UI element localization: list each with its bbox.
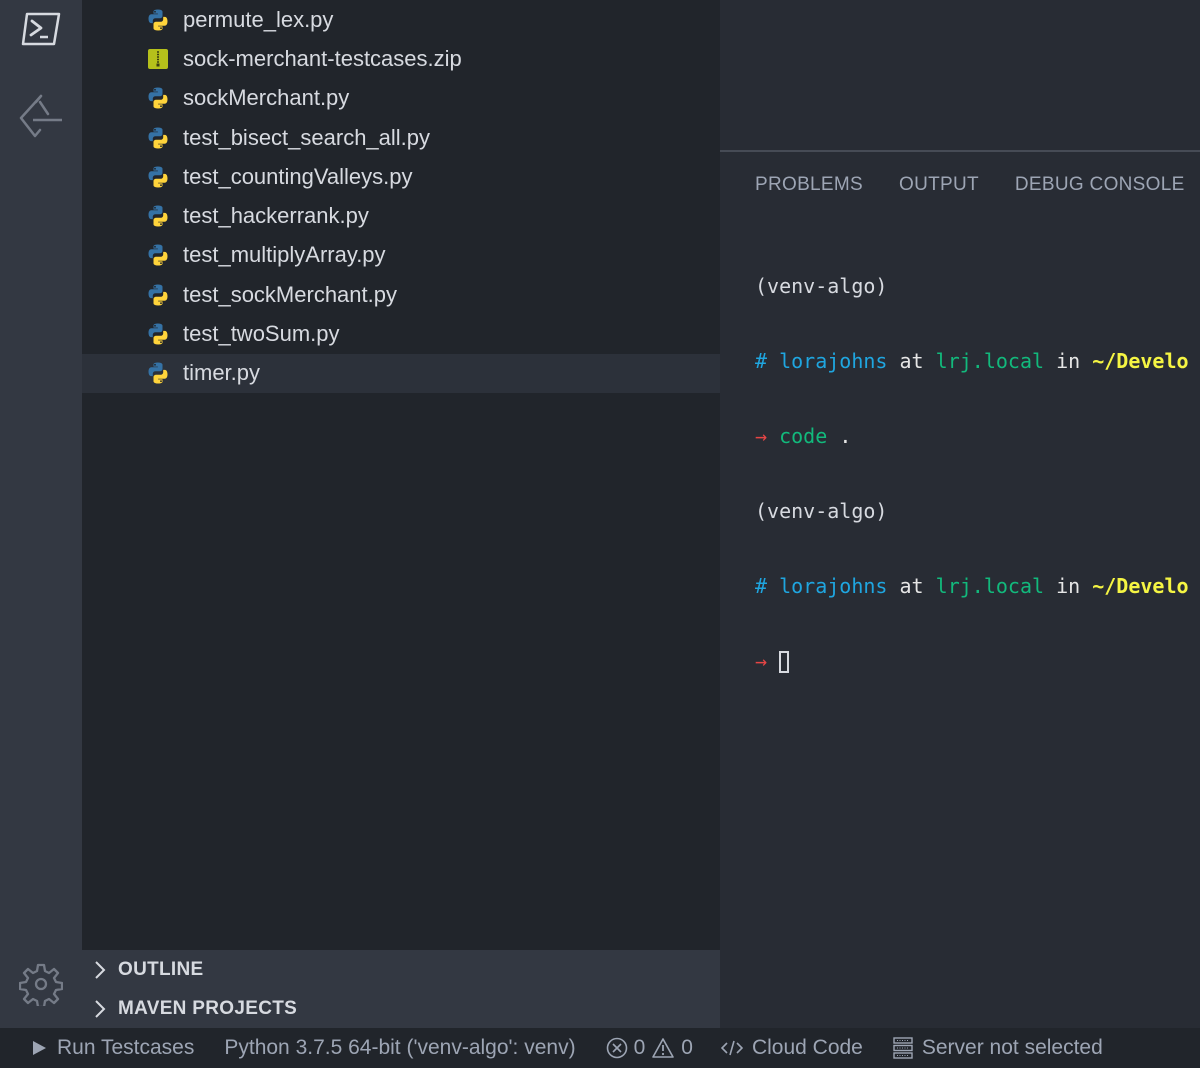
prompt-in: in (1056, 349, 1081, 373)
file-list: permute_lex.py sock-merchant-testcases.zi… (82, 0, 720, 393)
file-item[interactable]: test_bisect_search_all.py (82, 118, 720, 157)
file-name: test_bisect_search_all.py (183, 124, 431, 150)
terminal-icon[interactable] (0, 12, 82, 46)
python-file-icon (146, 322, 170, 346)
venv-label: (venv-algo) (755, 274, 888, 298)
file-item[interactable]: timer.py (82, 353, 720, 393)
error-count: 0 (633, 1036, 646, 1059)
prompt-hash: # (755, 574, 768, 598)
explorer-sidebar: permute_lex.py sock-merchant-testcases.zi… (82, 0, 720, 1028)
prompt-arrow-icon: → (755, 424, 768, 448)
run-testcases-label: Run Testcases (57, 1036, 195, 1059)
prompt-arrow-icon: → (755, 649, 768, 673)
terminal-line-input: → (755, 649, 1200, 674)
file-name: timer.py (183, 360, 261, 386)
terminal-line-prompt: # lorajohns at lrj.local in ~/Develo (755, 349, 1200, 374)
terminal-line-command: → code . (755, 424, 1200, 449)
prompt-host: lrj.local (935, 349, 1045, 373)
prompt-at: at (899, 574, 924, 598)
run-testcases-button[interactable]: Run Testcases (30, 1036, 194, 1060)
prompt-path: ~/Develo (1092, 574, 1189, 598)
warning-count: 0 (681, 1036, 693, 1059)
terminal-line-venv: (venv-algo) (755, 499, 1200, 524)
file-name: sockMerchant.py (183, 85, 350, 111)
python-file-icon (146, 204, 170, 228)
python-interpreter-label: Python 3.7.5 64-bit ('venv-algo': venv) (224, 1036, 576, 1059)
venv-label: (venv-algo) (755, 499, 888, 523)
terminal-line-prompt: # lorajohns at lrj.local in ~/Develo (755, 574, 1200, 599)
prompt-user: lorajohns (779, 349, 888, 373)
collapsed-sections: OUTLINE MAVEN PROJECTS (82, 950, 720, 1028)
gear-icon[interactable] (0, 962, 82, 1006)
command-arg: . (839, 424, 852, 448)
warning-icon (651, 1037, 675, 1059)
chevron-right-icon (92, 960, 108, 980)
file-name: sock-merchant-testcases.zip (183, 45, 462, 71)
python-file-icon (146, 165, 170, 189)
file-name: test_twoSum.py (183, 321, 340, 347)
file-item[interactable]: test_multiplyArray.py (82, 236, 720, 275)
tab-output[interactable]: OUTPUT (899, 174, 979, 196)
command-text: code (779, 424, 828, 448)
file-item[interactable]: test_countingValleys.py (82, 157, 720, 196)
prompt-in: in (1056, 574, 1081, 598)
section-outline[interactable]: OUTLINE (82, 950, 720, 989)
python-file-icon (146, 126, 170, 150)
tab-debug-console[interactable]: DEBUG CONSOLE (1015, 174, 1185, 196)
file-item[interactable]: sock-merchant-testcases.zip (82, 39, 720, 78)
python-file-icon (146, 361, 170, 385)
file-name: test_sockMerchant.py (183, 281, 397, 307)
problems-status-button[interactable]: 0 0 (606, 1036, 693, 1060)
server-status-button[interactable]: Server not selected (893, 1036, 1103, 1060)
cloud-code-button[interactable]: Cloud Code (720, 1036, 863, 1060)
remote-explorer-icon[interactable] (0, 94, 82, 140)
chevron-right-icon (92, 999, 108, 1019)
cloud-code-label: Cloud Code (751, 1036, 863, 1059)
section-maven-projects-label: MAVEN PROJECTS (118, 997, 298, 1019)
file-item[interactable]: permute_lex.py (82, 0, 720, 39)
python-file-icon (146, 8, 170, 32)
file-item[interactable]: test_twoSum.py (82, 314, 720, 353)
section-outline-label: OUTLINE (118, 958, 204, 980)
activity-bar (0, 0, 82, 1028)
file-item[interactable]: test_sockMerchant.py (82, 275, 720, 314)
section-maven-projects[interactable]: MAVEN PROJECTS (82, 989, 720, 1028)
zip-file-icon (146, 47, 170, 71)
error-icon (606, 1037, 628, 1059)
play-icon (30, 1039, 48, 1057)
panel-tabs: PROBLEMS OUTPUT DEBUG CONSOLE (755, 174, 1185, 196)
prompt-hash: # (755, 349, 768, 373)
file-name: test_countingValleys.py (183, 163, 413, 189)
status-bar: Run Testcases Python 3.7.5 64-bit ('venv… (0, 1028, 1200, 1068)
python-file-icon (146, 283, 170, 307)
python-file-icon (146, 243, 170, 267)
prompt-at: at (899, 349, 924, 373)
file-item[interactable]: sockMerchant.py (82, 79, 720, 118)
file-name: test_hackerrank.py (183, 203, 369, 229)
prompt-user: lorajohns (779, 574, 888, 598)
file-name: test_multiplyArray.py (183, 242, 386, 268)
prompt-path: ~/Develo (1092, 349, 1189, 373)
terminal-line-venv: (venv-algo) (755, 274, 1200, 299)
bottom-panel: PROBLEMS OUTPUT DEBUG CONSOLE (venv-algo… (720, 150, 1200, 1028)
python-file-icon (146, 86, 170, 110)
terminal[interactable]: (venv-algo) # lorajohns at lrj.local in … (755, 224, 1200, 724)
file-name: permute_lex.py (183, 6, 334, 32)
code-brackets-icon (720, 1039, 743, 1057)
python-interpreter-button[interactable]: Python 3.7.5 64-bit ('venv-algo': venv) (224, 1036, 575, 1060)
prompt-host: lrj.local (935, 574, 1045, 598)
server-icon (893, 1037, 913, 1059)
file-item[interactable]: test_hackerrank.py (82, 196, 720, 235)
editor-area[interactable] (720, 0, 1200, 150)
tab-problems[interactable]: PROBLEMS (755, 174, 863, 196)
terminal-cursor[interactable] (779, 651, 790, 673)
server-status-label: Server not selected (921, 1036, 1103, 1059)
